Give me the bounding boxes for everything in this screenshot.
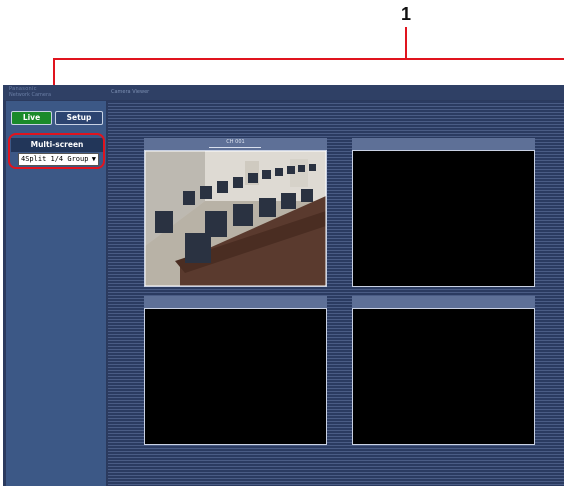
title-product: Network Camera [9,92,52,98]
camera-tile-header: CH 001 [144,138,327,150]
conference-room-image [145,151,326,286]
setup-button[interactable]: Setup [55,111,103,125]
callout-line-vertical [405,27,407,59]
camera-video-feed[interactable] [352,308,535,445]
camera-video-feed[interactable] [352,150,535,287]
callout-number: 1 [400,4,411,24]
camera-video-feed[interactable] [144,150,327,287]
callout-highlight-box [8,133,105,169]
camera-tile-3[interactable] [144,296,327,445]
camera-tile-2[interactable] [352,138,535,287]
callout-line-horizontal [53,58,564,60]
multiscreen-area: CH 001 [108,101,564,486]
camera-label: CH 001 [226,139,245,145]
live-button[interactable]: Live [11,111,52,125]
camera-video-feed[interactable] [144,308,327,445]
camera-tile-header [144,296,327,308]
camera-label-underline [209,147,261,148]
camera-tile-1[interactable]: CH 001 [144,138,327,287]
camera-viewer-window: Panasonic Network Camera Camera Viewer L… [3,85,564,486]
camera-tile-4[interactable] [352,296,535,445]
camera-tile-header [352,138,535,150]
title-bar: Panasonic Network Camera Camera Viewer [3,85,564,100]
camera-tile-header [352,296,535,308]
title-page: Camera Viewer [111,89,150,95]
